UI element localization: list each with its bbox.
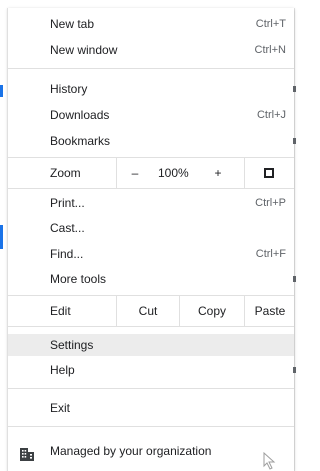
- browser-main-menu: New tab Ctrl+T New window Ctrl+N History…: [8, 8, 296, 471]
- edit-label: Edit: [50, 304, 71, 318]
- cast-label: Cast...: [50, 221, 85, 235]
- menu-item-history[interactable]: History: [8, 78, 296, 100]
- exit-label: Exit: [50, 401, 71, 415]
- more-tools-label: More tools: [50, 272, 107, 286]
- edit-row: Edit Cut Copy Paste: [8, 296, 294, 326]
- paste-label: Paste: [254, 304, 286, 318]
- menu-item-new-tab[interactable]: New tab Ctrl+T: [8, 13, 294, 35]
- menu-item-new-window[interactable]: New window Ctrl+N: [8, 39, 294, 61]
- fullscreen-button[interactable]: [244, 158, 295, 188]
- menu-item-cast[interactable]: Cast...: [8, 217, 294, 239]
- zoom-level-value: 100%: [158, 166, 189, 180]
- settings-label: Settings: [50, 338, 94, 352]
- help-label: Help: [50, 363, 75, 377]
- zoom-out-button[interactable]: –: [116, 158, 153, 188]
- zoom-label: Zoom: [50, 166, 81, 180]
- new-window-label: New window: [50, 43, 118, 57]
- find-label: Find...: [50, 247, 84, 261]
- separator: [8, 388, 294, 389]
- left-window-edge-2: [0, 225, 3, 249]
- menu-item-help[interactable]: Help: [8, 359, 296, 381]
- partial-title-strip: [0, 0, 297, 8]
- new-tab-shortcut: Ctrl+T: [255, 18, 286, 30]
- menu-item-managed[interactable]: Managed by your organization: [8, 438, 294, 464]
- menu-item-bookmarks[interactable]: Bookmarks: [8, 130, 296, 152]
- new-tab-label: New tab: [50, 17, 95, 31]
- separator: [8, 326, 294, 327]
- building-icon: [20, 444, 34, 461]
- menu-item-settings[interactable]: Settings: [8, 334, 294, 356]
- find-shortcut: Ctrl+F: [255, 248, 286, 260]
- downloads-shortcut: Ctrl+J: [256, 109, 286, 121]
- copy-button[interactable]: Copy: [179, 296, 244, 326]
- menu-item-find[interactable]: Find... Ctrl+F: [8, 243, 294, 265]
- paste-button[interactable]: Paste: [244, 296, 295, 326]
- print-label: Print...: [50, 196, 85, 210]
- bookmarks-label: Bookmarks: [50, 134, 111, 148]
- new-window-shortcut: Ctrl+N: [254, 44, 286, 56]
- print-shortcut: Ctrl+P: [255, 197, 286, 209]
- managed-label: Managed by your organization: [50, 444, 212, 458]
- cut-button[interactable]: Cut: [116, 296, 179, 326]
- left-window-edge: [0, 85, 3, 97]
- zoom-row: Zoom – 100% +: [8, 158, 294, 188]
- fullscreen-icon: [264, 168, 274, 178]
- separator: [8, 426, 294, 427]
- mouse-cursor-icon: [263, 452, 276, 470]
- zoom-minus-icon: –: [131, 166, 139, 180]
- submenu-arrow-icon: [293, 367, 296, 373]
- submenu-arrow-icon: [293, 138, 296, 144]
- submenu-arrow-icon: [293, 276, 296, 282]
- history-label: History: [50, 82, 88, 96]
- separator: [8, 188, 294, 189]
- menu-item-print[interactable]: Print... Ctrl+P: [8, 192, 294, 214]
- copy-label: Copy: [197, 304, 226, 318]
- downloads-label: Downloads: [50, 108, 110, 122]
- menu-item-exit[interactable]: Exit: [8, 397, 294, 419]
- menu-item-more-tools[interactable]: More tools: [8, 268, 296, 290]
- zoom-in-button[interactable]: +: [200, 158, 236, 188]
- submenu-arrow-icon: [293, 86, 296, 92]
- menu-item-downloads[interactable]: Downloads Ctrl+J: [8, 104, 294, 126]
- zoom-plus-icon: +: [214, 166, 222, 180]
- cut-label: Cut: [138, 304, 158, 318]
- separator: [8, 68, 294, 69]
